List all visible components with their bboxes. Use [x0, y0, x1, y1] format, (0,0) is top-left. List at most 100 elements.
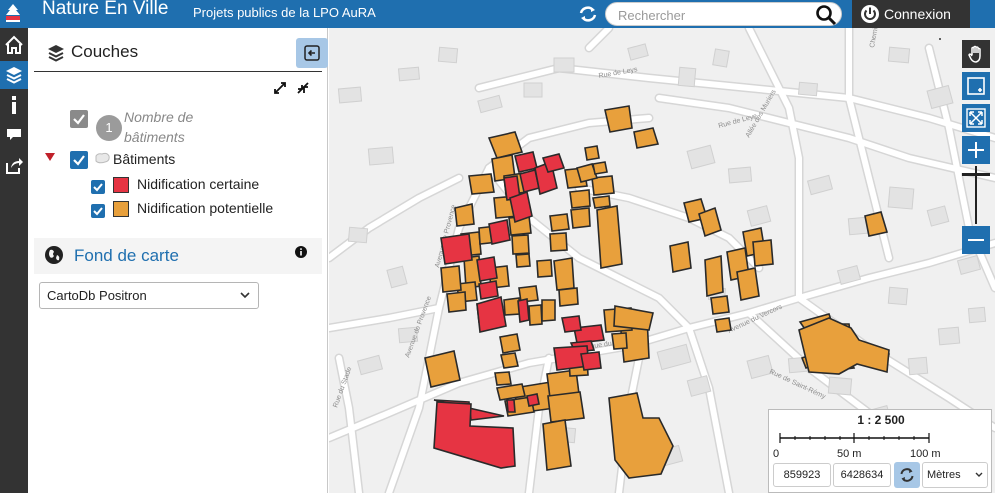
building-potentielle[interactable]	[454, 203, 475, 227]
pan-tool-button[interactable]	[962, 40, 990, 68]
comment-icon	[7, 129, 21, 140]
share-button[interactable]	[0, 151, 28, 179]
background-building	[347, 226, 369, 244]
building-potentielle[interactable]	[500, 352, 519, 369]
building-potentielle[interactable]	[553, 257, 575, 291]
zoom-slider[interactable]	[962, 166, 990, 224]
building-potentielle[interactable]	[424, 350, 461, 388]
building-potentielle[interactable]	[710, 295, 730, 315]
expand-icon[interactable]	[273, 81, 287, 95]
building-certaine[interactable]	[478, 280, 499, 300]
background-building	[712, 48, 730, 68]
building-certaine[interactable]	[580, 351, 602, 371]
chevron-down-icon	[975, 472, 983, 477]
building-potentielle[interactable]	[752, 239, 774, 267]
layer-label-batiments[interactable]: Bâtiments	[113, 151, 175, 167]
building-certaine[interactable]	[526, 393, 540, 407]
units-select[interactable]: Mètres	[922, 462, 988, 488]
top-bar: Nature En Ville Projets publics de la LP…	[0, 0, 995, 28]
coordinate-x[interactable]: 859923	[773, 463, 831, 487]
layers-button[interactable]	[0, 61, 28, 89]
chevron-down-icon	[240, 292, 250, 299]
building-potentielle[interactable]	[604, 105, 633, 133]
building-potentielle[interactable]	[704, 254, 724, 298]
layers-icon	[6, 67, 22, 84]
lpo-logo-icon[interactable]	[2, 2, 24, 24]
zoom-box-icon	[967, 77, 985, 95]
building-certaine[interactable]	[517, 298, 530, 323]
zoom-out-button[interactable]	[962, 226, 990, 254]
building-potentielle[interactable]	[468, 173, 495, 195]
search-input[interactable]	[618, 6, 808, 24]
building-potentielle[interactable]	[536, 259, 553, 278]
check-icon	[93, 207, 103, 216]
building-certaine[interactable]	[514, 151, 538, 173]
building-potentielle[interactable]	[446, 291, 467, 313]
building-certaine[interactable]	[476, 256, 498, 282]
compress-icon[interactable]	[296, 81, 310, 95]
building-certaine[interactable]	[509, 190, 533, 224]
login-button[interactable]: Connexion	[852, 0, 970, 28]
home-button[interactable]	[0, 31, 28, 59]
building-potentielle[interactable]	[541, 299, 556, 322]
building-potentielle[interactable]	[549, 213, 570, 232]
caret-down-icon[interactable]	[45, 153, 55, 161]
building-potentielle[interactable]	[592, 195, 611, 209]
building-potentielle[interactable]	[558, 287, 579, 307]
background-building	[437, 46, 459, 64]
layer-checkbox-nidification-certaine[interactable]	[91, 180, 105, 194]
building-certaine[interactable]	[561, 315, 582, 333]
zoom-box-button[interactable]	[962, 72, 990, 100]
building-potentielle[interactable]	[714, 317, 732, 333]
scale-tick-label: 100 m	[910, 448, 941, 460]
layer-label-nidification-certaine[interactable]: Nidification certaine	[137, 176, 259, 192]
building-potentielle[interactable]	[633, 127, 660, 149]
polygon-layer-icon	[95, 152, 110, 164]
building-potentielle[interactable]	[549, 232, 568, 252]
building-potentielle[interactable]	[584, 145, 600, 161]
arrow-left-box-icon	[304, 45, 320, 61]
building-potentielle[interactable]	[528, 304, 543, 326]
building-potentielle[interactable]	[592, 161, 608, 175]
building-potentielle[interactable]	[499, 333, 521, 354]
legend-swatch-certaine	[113, 177, 129, 193]
info-circle-icon[interactable]	[295, 246, 307, 258]
coordinate-y[interactable]: 6428634	[833, 463, 891, 487]
info-button[interactable]	[0, 91, 28, 119]
layer-checkbox-nidification-potentielle[interactable]	[91, 204, 105, 218]
building-potentielle[interactable]	[669, 241, 692, 273]
building-potentielle[interactable]	[511, 234, 530, 255]
count-badge: 1	[96, 115, 122, 141]
info-icon	[12, 96, 16, 114]
building-potentielle[interactable]	[570, 207, 591, 229]
coordinate-refresh-button[interactable]	[894, 462, 920, 488]
building-certaine[interactable]	[506, 399, 516, 413]
layer-label-nidification-potentielle[interactable]: Nidification potentielle	[137, 200, 273, 216]
building-potentielle[interactable]	[515, 253, 531, 268]
full-extent-button[interactable]	[962, 104, 990, 132]
check-icon	[93, 183, 103, 192]
comment-button[interactable]	[0, 120, 28, 148]
search-icon[interactable]	[815, 4, 837, 26]
building-certaine[interactable]	[488, 219, 511, 245]
zoom-in-button[interactable]	[962, 136, 990, 164]
building-potentielle[interactable]	[547, 391, 585, 423]
layer-checkbox-batiments[interactable]	[70, 151, 88, 169]
building-potentielle[interactable]	[596, 205, 623, 269]
building-potentielle[interactable]	[440, 265, 462, 293]
minus-icon	[968, 239, 984, 241]
building-potentielle[interactable]	[494, 371, 512, 386]
layer-checkbox-nombre-batiments[interactable]	[70, 110, 88, 128]
basemap-title: Fond de carte	[74, 246, 179, 265]
basemap-select[interactable]: CartoDb Positron	[39, 282, 259, 309]
building-potentielle[interactable]	[736, 267, 760, 301]
building-certaine[interactable]	[476, 295, 507, 333]
building-potentielle[interactable]	[611, 332, 628, 350]
zoom-slider-handle[interactable]	[962, 173, 990, 176]
refresh-icon[interactable]	[576, 3, 600, 25]
layer-label-nombre-batiments[interactable]: Nombre de bâtiments	[124, 107, 234, 147]
building-potentielle[interactable]	[569, 189, 591, 209]
building-certaine[interactable]	[440, 233, 473, 265]
map-view[interactable]: Rue de Leys Rue de Leye Allée des Muriers A…	[329, 28, 995, 493]
collapse-panel-button[interactable]	[296, 38, 328, 68]
